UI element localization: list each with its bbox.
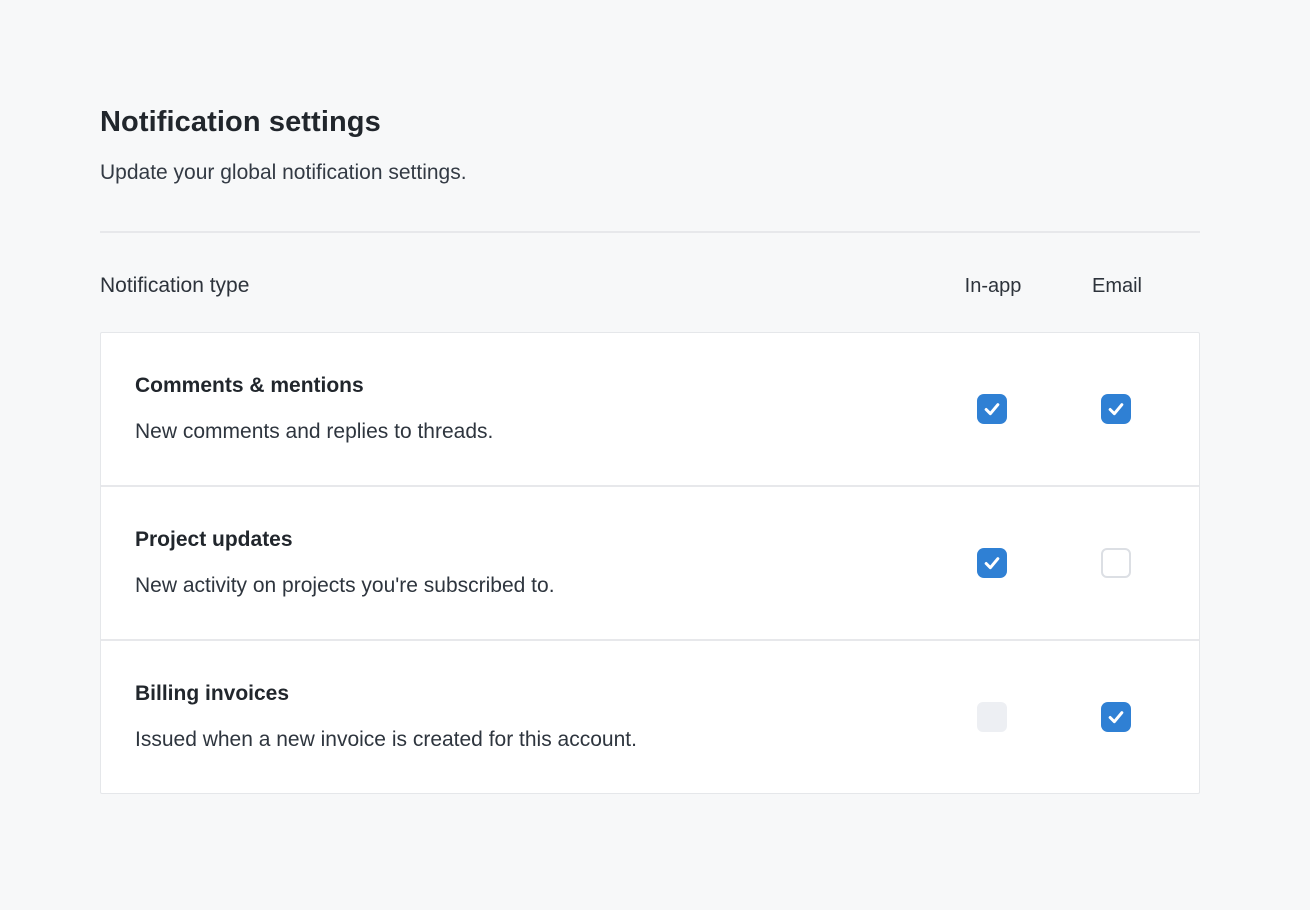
table-column-headers: Notification type In-app Email — [100, 271, 1200, 301]
in-app-checkbox — [977, 702, 1007, 732]
email-cell — [1054, 394, 1178, 424]
row-description: Issued when a new invoice is created for… — [135, 725, 930, 755]
in-app-column-label: In-app — [965, 271, 1022, 301]
row-text: Project updates New activity on projects… — [135, 525, 930, 601]
email-checkbox[interactable] — [1101, 394, 1131, 424]
in-app-checkbox[interactable] — [977, 548, 1007, 578]
table-row-project-updates: Project updates New activity on projects… — [101, 485, 1199, 639]
row-description: New activity on projects you're subscrib… — [135, 571, 930, 601]
check-icon — [982, 399, 1002, 419]
page-subtitle: Update your global notification settings… — [100, 158, 1200, 188]
row-text: Comments & mentions New comments and rep… — [135, 371, 930, 447]
column-header-email: Email — [1055, 271, 1179, 301]
notification-settings-page: Notification settings Update your global… — [0, 0, 1310, 794]
in-app-cell — [930, 702, 1054, 732]
row-description: New comments and replies to threads. — [135, 417, 930, 447]
email-checkbox[interactable] — [1101, 702, 1131, 732]
in-app-cell — [930, 394, 1054, 424]
in-app-checkbox[interactable] — [977, 394, 1007, 424]
notification-settings-table: Comments & mentions New comments and rep… — [100, 332, 1200, 794]
email-column-label: Email — [1092, 271, 1142, 301]
row-text: Billing invoices Issued when a new invoi… — [135, 679, 930, 755]
check-icon — [1106, 707, 1126, 727]
email-checkbox[interactable] — [1101, 548, 1131, 578]
email-cell — [1054, 548, 1178, 578]
check-icon — [982, 553, 1002, 573]
table-row-billing-invoices: Billing invoices Issued when a new invoi… — [101, 639, 1199, 793]
column-header-notification-type: Notification type — [100, 271, 931, 301]
table-row-comments-mentions: Comments & mentions New comments and rep… — [101, 333, 1199, 485]
section-divider — [100, 231, 1200, 233]
check-icon — [1106, 399, 1126, 419]
email-cell — [1054, 702, 1178, 732]
row-title: Billing invoices — [135, 679, 930, 709]
in-app-cell — [930, 548, 1054, 578]
column-header-in-app: In-app — [931, 271, 1055, 301]
row-title: Project updates — [135, 525, 930, 555]
page-title: Notification settings — [100, 104, 1200, 140]
row-title: Comments & mentions — [135, 371, 930, 401]
